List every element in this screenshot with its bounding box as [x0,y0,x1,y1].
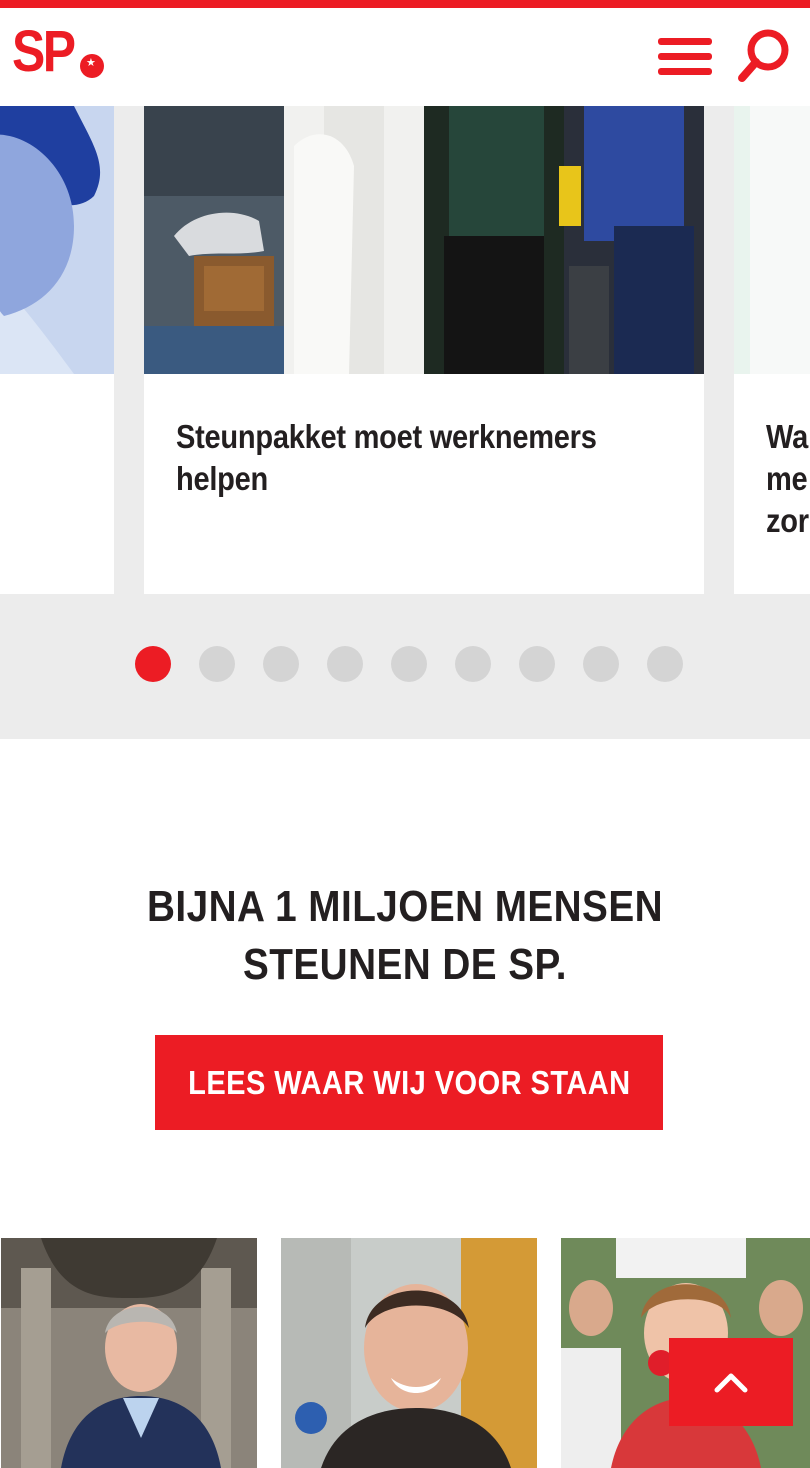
carousel-dot-4[interactable] [327,646,363,682]
support-heading: BIJNA 1 MILJOEN MENSEN STEUNEN DE SP. [146,882,663,989]
news-card-image [144,106,704,374]
carousel-dot-6[interactable] [455,646,491,682]
carousel-dot-1[interactable] [135,646,171,682]
tomato-icon: ★ [80,54,104,78]
search-icon[interactable] [734,26,792,84]
news-card-title[interactable]: Steunpakket moet werknemers helpen [176,416,607,500]
news-card-prev[interactable] [0,106,114,594]
carousel-dot-2[interactable] [199,646,235,682]
carousel-dot-7[interactable] [519,646,555,682]
news-card-image [734,106,810,374]
hamburger-menu-icon[interactable] [658,38,712,76]
person-card-1[interactable] [1,1238,257,1468]
back-to-top-button[interactable] [669,1338,793,1426]
carousel-dot-8[interactable] [583,646,619,682]
news-card-image [0,106,114,374]
news-card-title[interactable]: Wa me zor [766,416,810,542]
carousel-dot-5[interactable] [391,646,427,682]
person-photo [281,1238,537,1468]
logo-text: SP [12,19,76,84]
read-principles-button[interactable]: LEES WAAR WIJ VOOR STAAN [155,1035,663,1130]
carousel-pagination [135,646,683,682]
person-card-2[interactable] [281,1238,537,1468]
cta-label: LEES WAAR WIJ VOOR STAAN [187,1063,631,1101]
top-accent-stripe [0,0,810,8]
news-card-active[interactable]: Steunpakket moet werknemers helpen [144,106,704,594]
news-card-next[interactable]: Wa me zor [734,106,810,594]
carousel-dot-3[interactable] [263,646,299,682]
site-header: SP ★ [0,8,810,106]
news-carousel[interactable]: Steunpakket moet werknemers helpen Wa me… [0,106,810,739]
carousel-dot-9[interactable] [647,646,683,682]
sp-logo[interactable]: SP ★ [12,19,104,84]
chevron-up-icon [714,1373,748,1393]
person-photo [1,1238,257,1468]
